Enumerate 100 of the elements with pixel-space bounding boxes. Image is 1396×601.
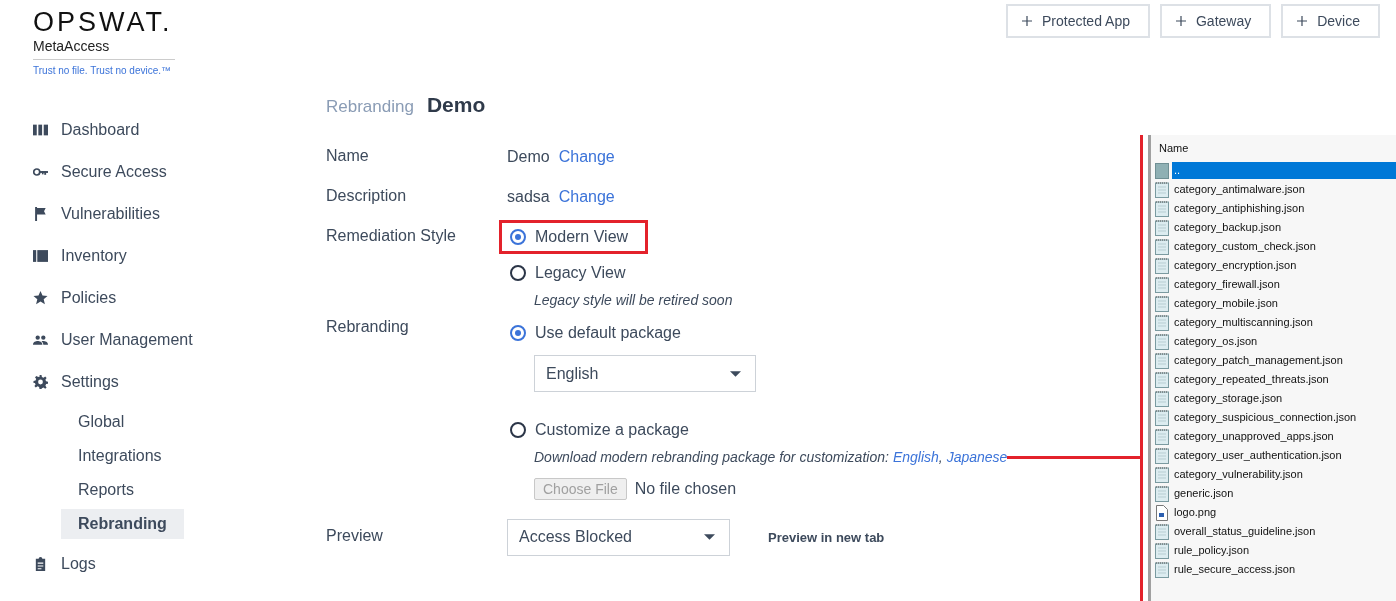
file-row[interactable]: category_patch_management.json — [1155, 351, 1396, 370]
file-name: logo.png — [1173, 505, 1218, 520]
separator-text: , — [938, 449, 943, 465]
radio-button[interactable] — [510, 229, 526, 245]
preview-link[interactable]: Preview in new tab — [768, 529, 885, 545]
file-row[interactable]: category_firewall.json — [1155, 275, 1396, 294]
file-row[interactable]: rule_policy.json — [1155, 541, 1396, 560]
hint-text: Legacy style will be retired soon — [534, 292, 733, 308]
brand-logo: OPSWAT. — [33, 8, 174, 36]
file-name: category_user_authentication.json — [1173, 448, 1343, 463]
file-row[interactable]: category_multiscanning.json — [1155, 313, 1396, 332]
plus-icon — [1175, 16, 1186, 26]
radio-button[interactable] — [510, 265, 526, 281]
file-row[interactable]: logo.png — [1155, 503, 1396, 522]
file-row[interactable]: category_vulnerability.json — [1155, 465, 1396, 484]
sidebar-item[interactable]: Dashboard — [33, 109, 300, 151]
sidebar-subitem[interactable]: Reports — [61, 475, 152, 505]
file-row[interactable]: category_backup.json — [1155, 218, 1396, 237]
field-label: Name — [326, 146, 370, 166]
sidebar-item[interactable]: Inventory — [33, 235, 300, 277]
download-link[interactable]: Japanese — [946, 449, 1008, 465]
file-row[interactable]: overall_status_guideline.json — [1155, 522, 1396, 541]
flag-icon — [33, 207, 48, 221]
file-row[interactable]: category_custom_check.json — [1155, 237, 1396, 256]
radio-button[interactable] — [510, 325, 526, 341]
text-file-icon — [1155, 447, 1169, 464]
field-label: Description — [326, 186, 408, 206]
gear-icon — [33, 375, 48, 389]
language-dropdown[interactable]: English — [534, 355, 756, 392]
text-file-icon — [1155, 238, 1169, 255]
file-name: rule_secure_access.json — [1173, 562, 1297, 577]
file-row[interactable]: .. — [1155, 161, 1396, 180]
sidebar-item[interactable]: Secure Access — [33, 151, 300, 193]
inventory-icon — [33, 249, 48, 263]
file-name: category_storage.json — [1173, 391, 1284, 406]
file-row[interactable]: category_suspicious_connection.json — [1155, 408, 1396, 427]
option-label: Legacy View — [535, 264, 626, 282]
plus-icon — [1022, 16, 1032, 26]
field-label: Rebranding — [326, 317, 410, 337]
file-name: category_encryption.json — [1173, 258, 1298, 273]
file-row[interactable]: rule_secure_access.json — [1155, 560, 1396, 579]
file-row[interactable]: generic.json — [1155, 484, 1396, 503]
file-name: category_antiphishing.json — [1173, 201, 1306, 216]
file-name: category_suspicious_connection.json — [1173, 410, 1358, 425]
text-file-icon — [1155, 200, 1169, 217]
radio-button[interactable] — [510, 422, 526, 438]
sidebar-item[interactable]: User Management — [33, 319, 300, 361]
file-row[interactable]: category_mobile.json — [1155, 294, 1396, 313]
add-button[interactable]: Device — [1281, 4, 1380, 38]
sidebar-item[interactable]: Logs — [33, 543, 300, 585]
preview-dropdown[interactable]: Access Blocked — [507, 518, 730, 556]
file-name: category_vulnerability.json — [1173, 467, 1304, 482]
file-row[interactable]: category_antiphishing.json — [1155, 199, 1396, 218]
clipboard-icon — [33, 557, 48, 571]
tagline: Trust no file. Trust no device.™ — [33, 65, 173, 76]
file-name: category_antimalware.json — [1173, 182, 1306, 197]
key-icon — [33, 165, 48, 179]
file-name: category_firewall.json — [1173, 277, 1281, 292]
text-file-icon — [1155, 428, 1169, 445]
columns-icon — [33, 123, 48, 137]
file-name: overall_status_guideline.json — [1173, 524, 1317, 539]
file-status: No file chosen — [634, 480, 737, 498]
text-file-icon — [1155, 352, 1169, 369]
change-link[interactable]: Change — [558, 188, 615, 206]
sidebar-subitem[interactable]: Global — [61, 407, 142, 437]
text-file-icon — [1155, 390, 1169, 407]
page-title: Demo — [426, 93, 486, 117]
file-row[interactable]: category_user_authentication.json — [1155, 446, 1396, 465]
download-link[interactable]: English — [892, 449, 939, 465]
file-row[interactable]: category_os.json — [1155, 332, 1396, 351]
column-header[interactable]: Name — [1155, 135, 1396, 161]
add-button[interactable]: Gateway — [1159, 4, 1272, 38]
text-file-icon — [1155, 257, 1169, 274]
file-row[interactable]: category_antimalware.json — [1155, 180, 1396, 199]
sidebar-item[interactable]: Settings — [33, 361, 300, 403]
sidebar-item[interactable]: Vulnerabilities — [33, 193, 300, 235]
star-icon — [33, 291, 48, 305]
sidebar-subitem[interactable]: Rebranding — [61, 509, 184, 539]
text-file-icon — [1155, 409, 1169, 426]
change-link[interactable]: Change — [558, 148, 615, 166]
field-label: Remediation Style — [326, 226, 457, 246]
text-file-icon — [1155, 181, 1169, 198]
file-name: .. — [1172, 162, 1396, 179]
file-row[interactable]: category_repeated_threats.json — [1155, 370, 1396, 389]
caret-icon — [730, 370, 741, 377]
file-name: category_backup.json — [1173, 220, 1282, 235]
text-file-icon — [1155, 466, 1169, 483]
option-label: Modern View — [535, 228, 629, 246]
file-name: category_multiscanning.json — [1173, 315, 1314, 330]
file-name: category_mobile.json — [1173, 296, 1279, 311]
option-label: Customize a package — [535, 421, 689, 439]
text-file-icon — [1155, 371, 1169, 388]
file-row[interactable]: category_storage.json — [1155, 389, 1396, 408]
file-name: category_os.json — [1173, 334, 1259, 349]
file-row[interactable]: category_unapproved_apps.json — [1155, 427, 1396, 446]
add-button[interactable]: Protected App — [1006, 4, 1150, 38]
sidebar-item[interactable]: Policies — [33, 277, 300, 319]
plus-icon — [1297, 16, 1308, 26]
file-row[interactable]: category_encryption.json — [1155, 256, 1396, 275]
sidebar-subitem[interactable]: Integrations — [61, 441, 179, 471]
